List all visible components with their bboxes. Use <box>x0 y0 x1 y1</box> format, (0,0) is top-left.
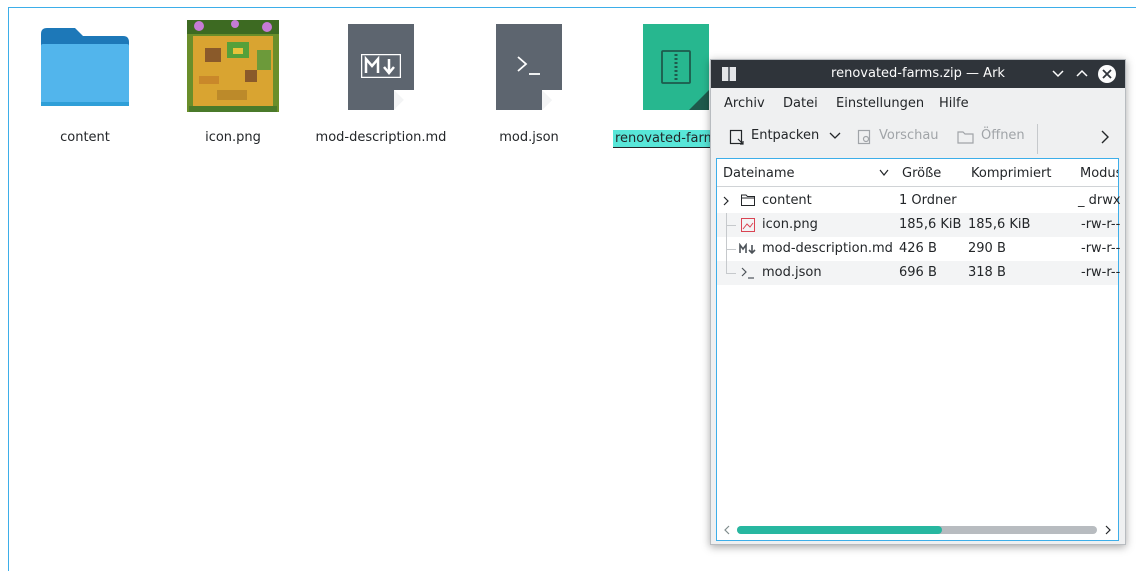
folder-open-icon <box>957 131 974 144</box>
markdown-icon <box>739 243 756 255</box>
row-size: 1 Ordner <box>899 193 957 208</box>
file-label: mod-description.md <box>315 130 447 145</box>
column-header-label: Größe <box>902 166 942 181</box>
extract-icon <box>729 129 744 145</box>
row-name: mod-description.md <box>762 241 893 256</box>
maximize-icon[interactable] <box>1073 65 1091 83</box>
scrollbar-thumb[interactable] <box>737 526 942 534</box>
row-compressed: 318 B <box>968 265 1006 280</box>
toolbar: Entpacken Vorschau Öffnen <box>711 122 1125 156</box>
menu-archiv[interactable]: Archiv <box>724 96 765 111</box>
horizontal-scrollbar[interactable] <box>717 520 1118 540</box>
table-row[interactable]: content 1 Ordner _ drwx <box>717 189 1121 213</box>
column-header-mode[interactable]: Modus <box>1074 159 1118 187</box>
preview-label: Vorschau <box>879 128 939 143</box>
file-label: renovated-farm <box>613 130 719 148</box>
column-header-name[interactable]: Dateiname <box>717 159 897 187</box>
menu-hilfe[interactable]: Hilfe <box>939 96 969 111</box>
close-icon[interactable] <box>1097 64 1117 84</box>
image-thumbnail <box>187 20 279 112</box>
menu-einstellungen[interactable]: Einstellungen <box>836 96 924 111</box>
row-size: 696 B <box>899 265 937 280</box>
scroll-right-icon[interactable] <box>1104 525 1112 535</box>
row-name: icon.png <box>762 217 818 232</box>
scroll-left-icon[interactable] <box>723 525 731 535</box>
column-header-label: Dateiname <box>723 166 795 181</box>
row-size: 426 B <box>899 241 937 256</box>
row-compressed: 290 B <box>968 241 1006 256</box>
table-row[interactable]: icon.png 185,6 KiB 185,6 KiB -rw-r-- <box>717 213 1121 237</box>
column-header-compressed[interactable]: Komprimiert <box>965 159 1075 187</box>
chevron-right-icon[interactable] <box>1099 130 1111 148</box>
archive-file-list[interactable]: Dateiname Größe Komprimiert Modus conten… <box>716 158 1121 541</box>
preview-icon <box>857 129 871 145</box>
row-mode: -rw-r-- <box>1081 241 1121 256</box>
file-label: icon.png <box>205 130 261 145</box>
json-file-icon <box>496 24 562 110</box>
chevron-right-icon[interactable] <box>722 196 730 206</box>
folder-icon <box>41 28 129 106</box>
row-name: mod.json <box>762 265 822 280</box>
table-row[interactable]: mod-description.md 426 B 290 B -rw-r-- <box>717 237 1121 261</box>
markdown-file-icon <box>348 24 414 110</box>
toolbar-divider <box>1037 124 1038 154</box>
column-header-size[interactable]: Größe <box>896 159 966 187</box>
open-label: Öffnen <box>981 128 1025 143</box>
table-row[interactable]: mod.json 696 B 318 B -rw-r-- <box>717 261 1121 285</box>
row-compressed: 185,6 KiB <box>968 217 1031 232</box>
file-label: content <box>60 130 110 145</box>
extract-label: Entpacken <box>751 128 820 143</box>
terminal-icon <box>741 267 754 279</box>
row-mode: _ drwx <box>1078 193 1121 208</box>
image-icon <box>741 218 755 232</box>
sort-chevron-icon <box>879 169 889 176</box>
menu-bar: Archiv Datei Einstellungen Hilfe <box>711 88 1125 118</box>
row-size: 185,6 KiB <box>899 217 962 232</box>
zip-archive-icon <box>643 24 709 110</box>
file-label: mod.json <box>499 130 559 145</box>
chevron-down-icon[interactable] <box>829 130 841 146</box>
column-header-label: Modus <box>1080 166 1118 181</box>
window-titlebar[interactable]: renovated-farms.zip — Ark <box>711 60 1125 88</box>
ark-window[interactable]: renovated-farms.zip — Ark Archiv Datei E… <box>710 59 1126 545</box>
menu-datei[interactable]: Datei <box>783 96 818 111</box>
row-mode: -rw-r-- <box>1081 265 1121 280</box>
folder-icon <box>741 194 755 206</box>
row-name: content <box>762 193 812 208</box>
column-header-label: Komprimiert <box>971 166 1052 181</box>
row-mode: -rw-r-- <box>1081 217 1121 232</box>
chevron-down-icon[interactable] <box>1049 65 1067 83</box>
